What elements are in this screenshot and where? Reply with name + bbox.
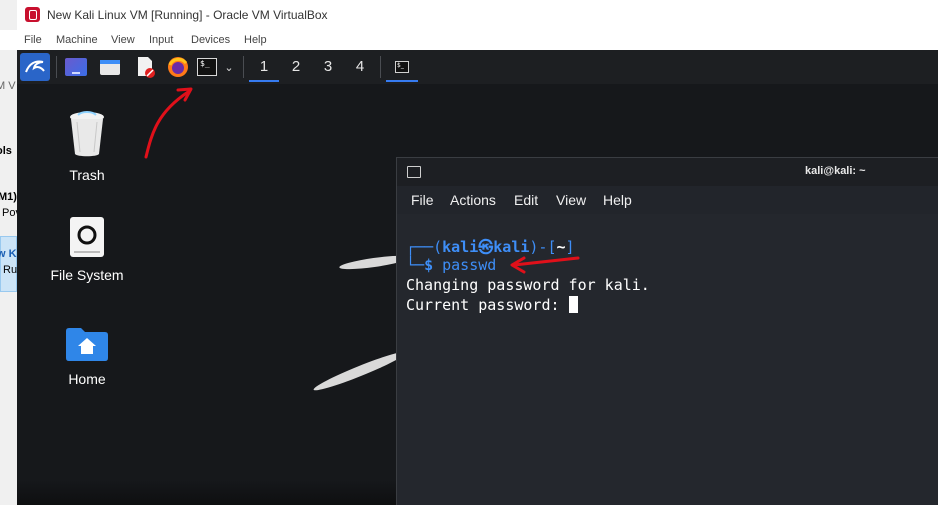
folder-icon — [100, 60, 120, 75]
text-editor-icon — [138, 57, 155, 78]
guest-screen: $_ ⌄ 1 2 3 4 $_ Trash File System Home k… — [17, 50, 938, 505]
terminal-menu-help[interactable]: Help — [603, 192, 632, 208]
xfce-top-panel: $_ ⌄ 1 2 3 4 $_ — [17, 50, 938, 84]
firefox-button[interactable] — [164, 53, 192, 81]
workspace-3[interactable]: 3 — [313, 54, 343, 80]
window-titlebar[interactable]: New Kali Linux VM [Running] - Oracle VM … — [17, 0, 938, 32]
wallpaper-shape — [311, 347, 409, 395]
workspace-1[interactable]: 1 — [249, 54, 279, 82]
prompt-line-1: ┌──(kali㉿kali)-[~] — [406, 238, 575, 256]
terminal-icon: $_ — [395, 60, 409, 73]
home-folder-icon — [66, 328, 108, 361]
background-text: Ru — [3, 264, 17, 276]
background-text: Pov — [2, 207, 17, 219]
window-title: New Kali Linux VM [Running] - Oracle VM … — [47, 8, 328, 22]
output-line: Current password: — [406, 296, 578, 314]
menu-machine[interactable]: Machine — [56, 34, 98, 46]
kali-menu-button[interactable] — [20, 53, 50, 81]
taskbar-terminal-window[interactable]: $_ — [386, 53, 418, 82]
menu-devices[interactable]: Devices — [191, 34, 230, 46]
background-text: w K — [0, 248, 17, 260]
command-text: passwd — [442, 256, 497, 274]
background-window: M V ols M1) Pov w K Ru — [0, 0, 17, 505]
chevron-down-icon[interactable]: ⌄ — [221, 53, 237, 81]
desktop-icon-label: Home — [68, 371, 106, 387]
terminal-icon — [407, 166, 421, 178]
terminal-menu-file[interactable]: File — [411, 192, 434, 208]
prompt-dir: ~ — [556, 238, 566, 256]
virtualbox-window: New Kali Linux VM [Running] - Oracle VM … — [17, 0, 938, 505]
trash-icon — [70, 111, 104, 157]
desktop-icon — [65, 58, 87, 76]
virtualbox-icon — [25, 7, 40, 22]
menu-help[interactable]: Help — [244, 34, 267, 46]
workspace-2[interactable]: 2 — [281, 54, 311, 80]
file-manager-button[interactable] — [96, 53, 124, 81]
prompt-host: kali — [493, 238, 530, 256]
terminal-titlebar[interactable]: kali@kali: ~ — [397, 158, 938, 186]
panel-separator — [380, 56, 381, 78]
terminal-menu-view[interactable]: View — [556, 192, 586, 208]
prompt-user: kali — [442, 238, 479, 256]
background-text: M V — [0, 80, 16, 92]
terminal-title: kali@kali: ~ — [805, 165, 866, 177]
prompt-line-2: └─$ passwd — [406, 256, 497, 274]
terminal-icon: $_ — [197, 58, 217, 76]
show-desktop-button[interactable] — [62, 53, 90, 81]
menu-file[interactable]: File — [24, 34, 42, 46]
workspace-4[interactable]: 4 — [345, 54, 375, 80]
menu-view[interactable]: View — [111, 34, 135, 46]
terminal-menu-edit[interactable]: Edit — [514, 192, 538, 208]
wallpaper-shape — [17, 480, 397, 505]
terminal-window[interactable]: kali@kali: ~ File Actions Edit View Help… — [396, 157, 938, 505]
desktop-icon-file-system[interactable]: File System — [37, 216, 137, 283]
firefox-icon — [168, 57, 188, 77]
terminal-output[interactable]: ┌──(kali㉿kali)-[~] └─$ passwd Changing p… — [397, 214, 938, 505]
menu-input[interactable]: Input — [149, 34, 173, 46]
background-window-bar — [0, 30, 17, 50]
text-cursor — [568, 296, 578, 313]
terminal-menu-actions[interactable]: Actions — [450, 192, 496, 208]
output-line: Changing password for kali. — [406, 276, 650, 294]
desktop-icon-label: File System — [50, 267, 124, 283]
background-text: ols — [0, 145, 12, 157]
panel-separator — [243, 56, 244, 78]
terminal-menubar: File Actions Edit View Help — [397, 186, 938, 214]
desktop-icon-home[interactable]: Home — [37, 326, 137, 387]
background-text: M1) — [0, 191, 17, 203]
password-prompt: Current password: — [406, 296, 569, 314]
desktop-icon-trash[interactable]: Trash — [37, 108, 137, 183]
desktop-icon-label: Trash — [69, 167, 105, 183]
kali-dragon-icon — [25, 60, 45, 73]
vbox-menubar: File Machine View Input Devices Help — [17, 32, 938, 50]
panel-separator — [56, 56, 57, 78]
drive-icon — [70, 217, 104, 257]
terminal-launcher-button[interactable]: $_ — [196, 53, 218, 81]
text-editor-button[interactable] — [131, 53, 159, 81]
